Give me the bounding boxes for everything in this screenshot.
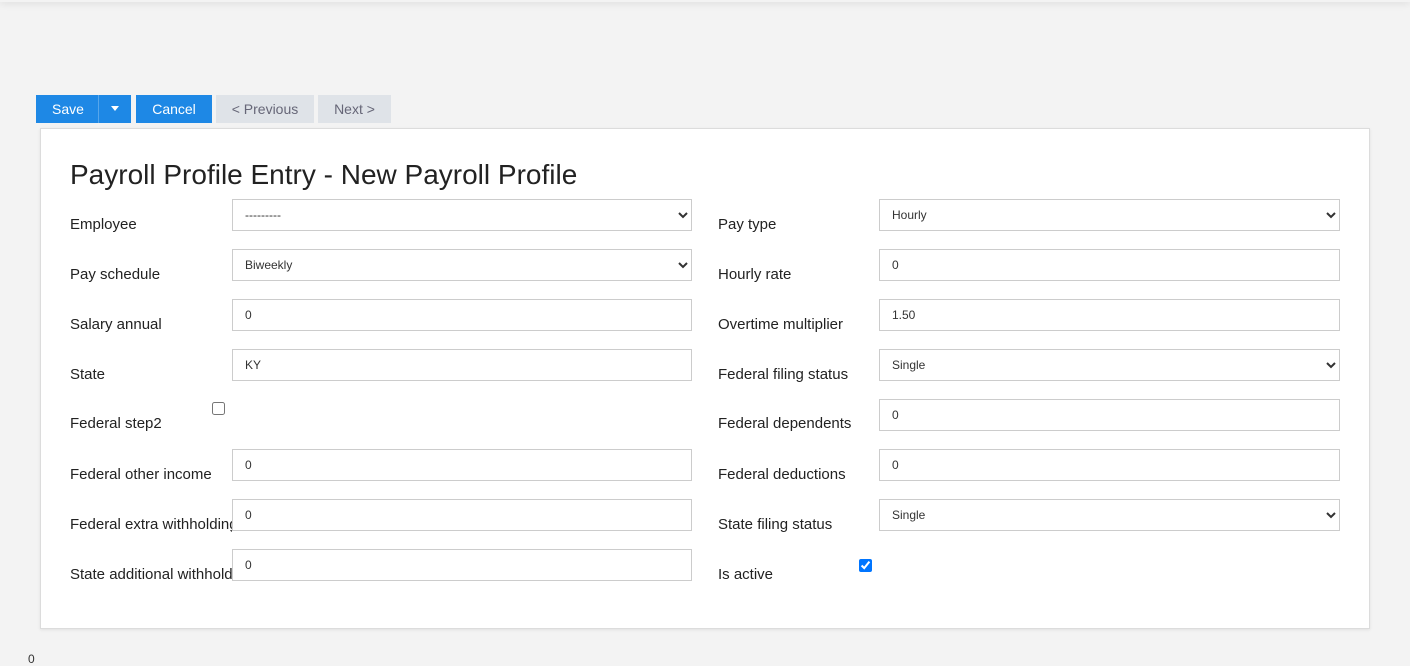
employee-row: Employee ---------	[70, 199, 692, 249]
is-active-checkbox[interactable]	[859, 559, 872, 572]
state-filing-status-row: State filing status Single	[718, 499, 1340, 549]
state-additional-withholding-label: State additional withholding	[70, 566, 232, 583]
top-header-shadow	[0, 0, 1410, 2]
state-label: State	[70, 366, 106, 383]
pay-schedule-select[interactable]: Biweekly	[232, 249, 692, 281]
pay-schedule-row: Pay schedule Biweekly	[70, 249, 692, 299]
caret-down-icon	[111, 106, 119, 111]
federal-extra-withholding-row: Federal extra withholding	[70, 499, 692, 549]
federal-filing-status-row: Federal filing status Single	[718, 349, 1340, 399]
cancel-button[interactable]: Cancel	[136, 94, 212, 123]
next-button[interactable]: Next >	[318, 94, 391, 123]
federal-dependents-label: Federal dependents	[718, 415, 852, 432]
save-button[interactable]: Save	[36, 94, 98, 123]
federal-deductions-row: Federal deductions	[718, 449, 1340, 499]
federal-extra-withholding-label: Federal extra withholding	[70, 516, 232, 533]
federal-step2-row: Federal step2	[70, 399, 692, 449]
previous-button[interactable]: < Previous	[216, 94, 314, 123]
state-row: State	[70, 349, 692, 399]
federal-step2-label: Federal step2	[70, 415, 162, 432]
federal-filing-status-select[interactable]: Single	[879, 349, 1340, 381]
form-right-column: Pay type Hourly Hourly rate Overtime mul…	[718, 199, 1340, 599]
state-additional-withholding-row: State additional withholding	[70, 549, 692, 599]
state-filing-status-select[interactable]: Single	[879, 499, 1340, 531]
federal-deductions-input[interactable]	[879, 449, 1340, 481]
save-dropdown-toggle[interactable]	[98, 94, 131, 123]
hourly-rate-label: Hourly rate	[718, 266, 792, 283]
save-button-group: Save	[36, 94, 131, 123]
federal-dependents-row: Federal dependents	[718, 399, 1340, 449]
salary-annual-input[interactable]	[232, 299, 692, 331]
federal-filing-status-label: Federal filing status	[718, 366, 849, 383]
pay-schedule-label: Pay schedule	[70, 266, 161, 283]
federal-dependents-input[interactable]	[879, 399, 1340, 431]
state-input[interactable]	[232, 349, 692, 381]
federal-other-income-input[interactable]	[232, 449, 692, 481]
is-active-row: Is active	[718, 549, 1340, 599]
toolbar: Save Cancel < Previous Next >	[36, 94, 391, 123]
overtime-multiplier-input[interactable]	[879, 299, 1340, 331]
pay-type-select[interactable]: Hourly	[879, 199, 1340, 231]
federal-other-income-row: Federal other income	[70, 449, 692, 499]
pay-type-label: Pay type	[718, 216, 777, 233]
federal-extra-withholding-input[interactable]	[232, 499, 692, 531]
salary-annual-label: Salary annual	[70, 316, 162, 333]
state-filing-status-label: State filing status	[718, 516, 833, 533]
payroll-profile-form-card: Payroll Profile Entry - New Payroll Prof…	[40, 128, 1370, 629]
hourly-rate-input[interactable]	[879, 249, 1340, 281]
page-title: Payroll Profile Entry - New Payroll Prof…	[70, 159, 578, 190]
overtime-multiplier-row: Overtime multiplier	[718, 299, 1340, 349]
employee-select[interactable]: ---------	[232, 199, 692, 231]
federal-step2-checkbox[interactable]	[212, 402, 225, 415]
is-active-label: Is active	[718, 566, 774, 583]
pay-type-row: Pay type Hourly	[718, 199, 1340, 249]
federal-other-income-label: Federal other income	[70, 466, 212, 483]
hourly-rate-row: Hourly rate	[718, 249, 1340, 299]
footer-text: 0	[28, 652, 35, 666]
state-additional-withholding-input[interactable]	[232, 549, 692, 581]
employee-label: Employee	[70, 216, 137, 233]
overtime-multiplier-label: Overtime multiplier	[718, 316, 844, 333]
salary-annual-row: Salary annual	[70, 299, 692, 349]
form-left-column: Employee --------- Pay schedule Biweekly…	[70, 199, 692, 599]
federal-deductions-label: Federal deductions	[718, 466, 846, 483]
